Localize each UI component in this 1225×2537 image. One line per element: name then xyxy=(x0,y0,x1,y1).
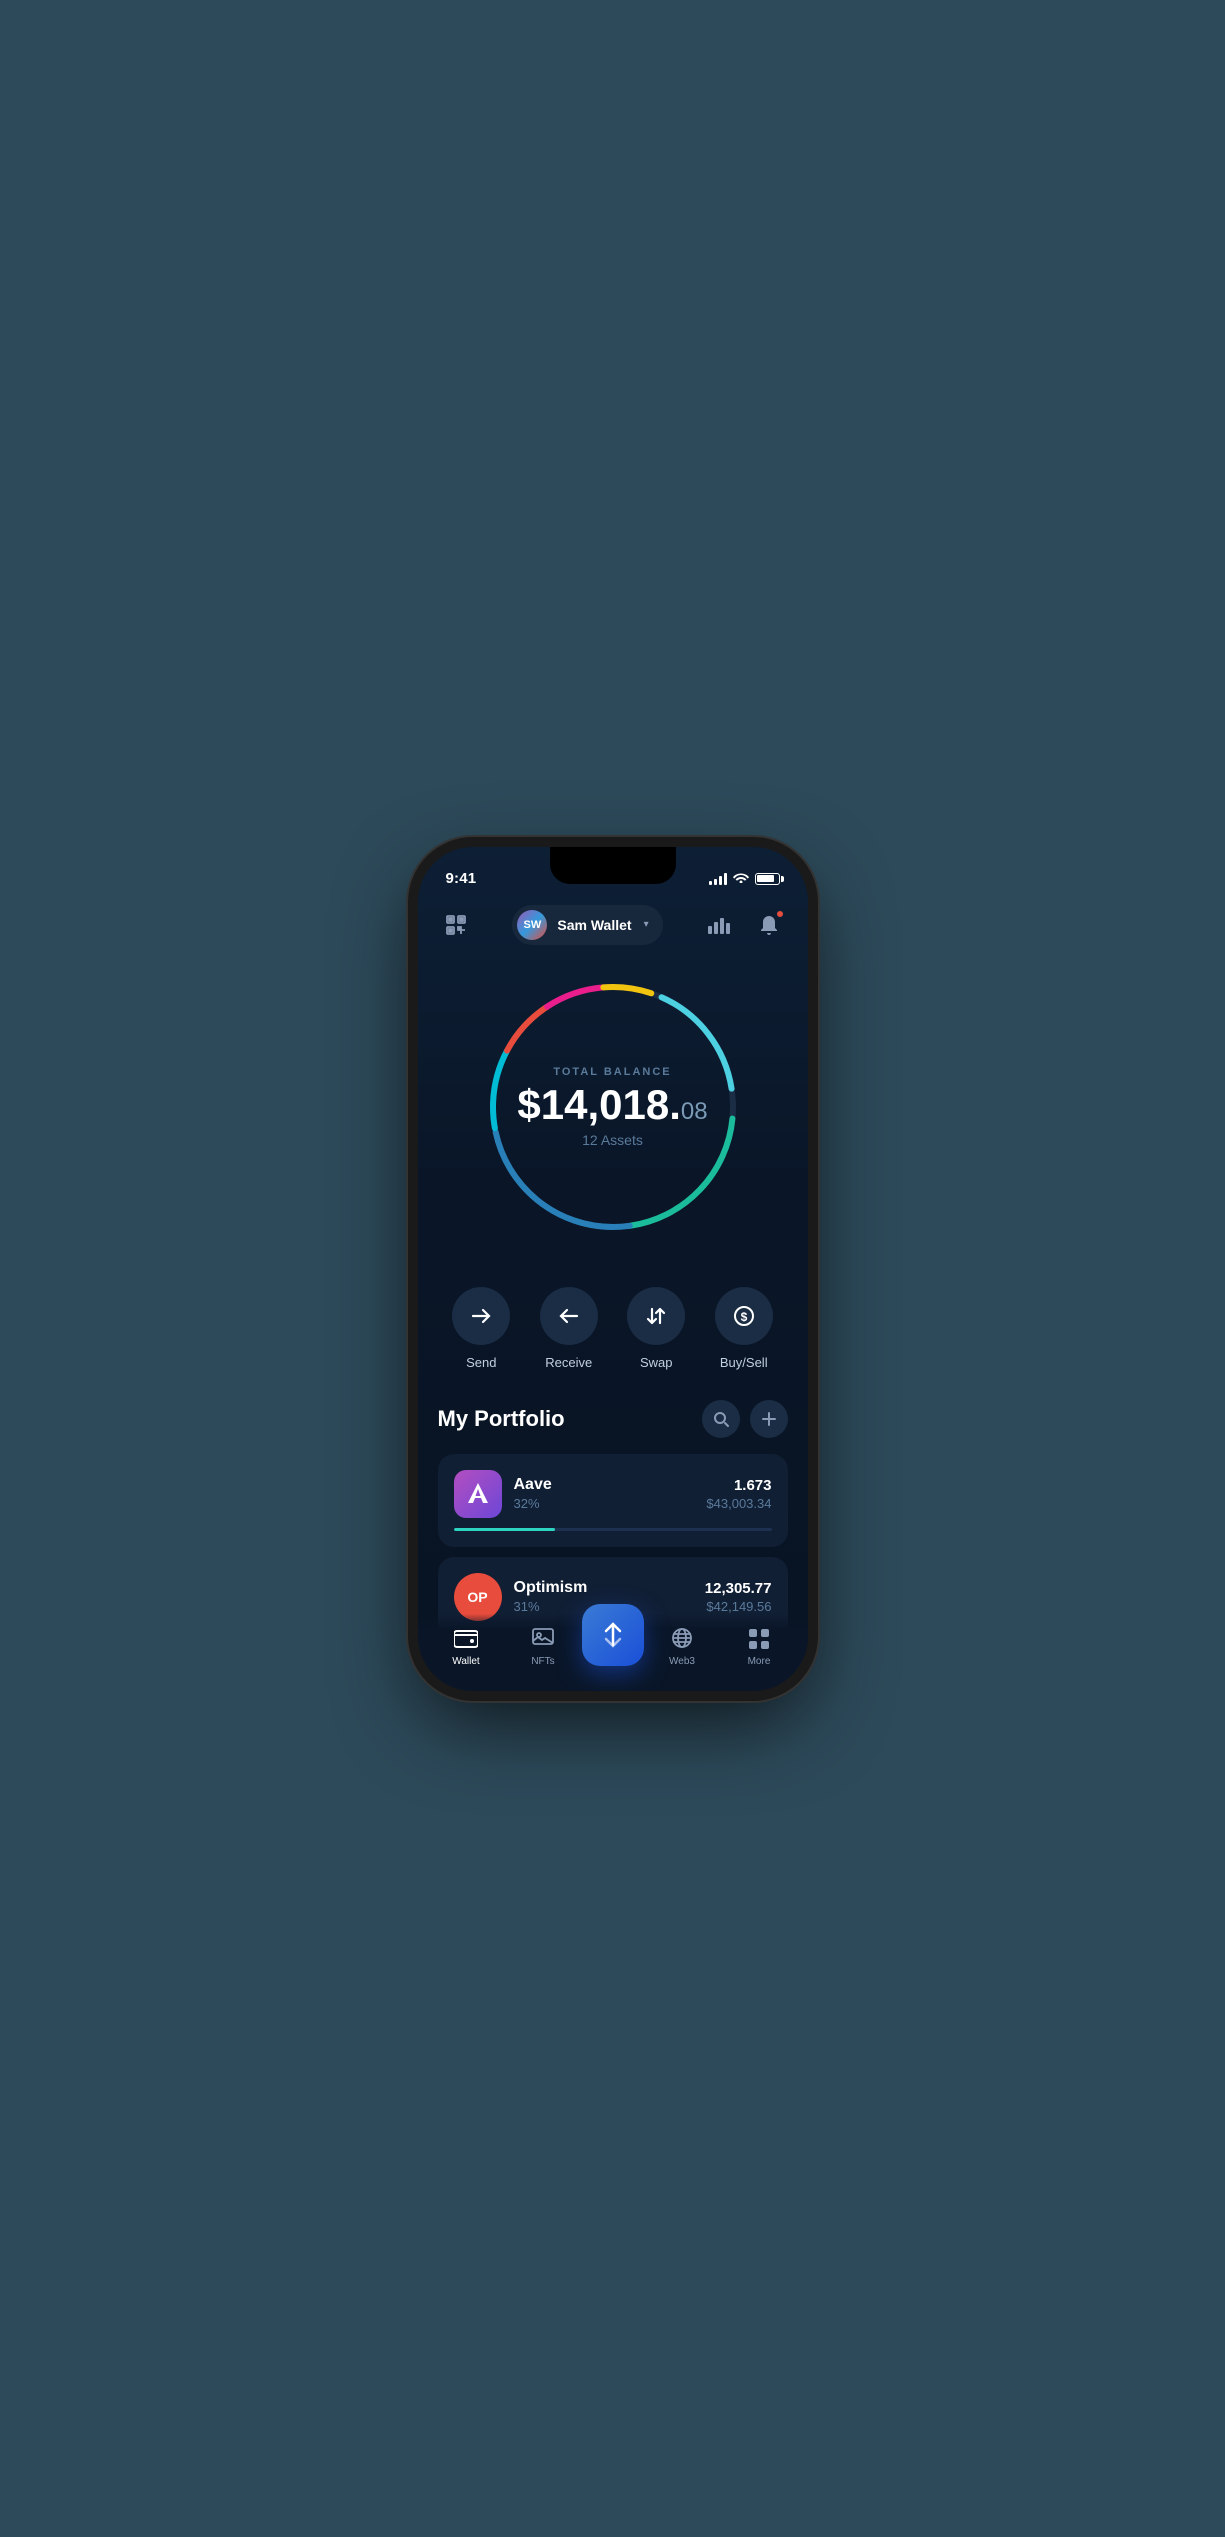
optimism-name: Optimism xyxy=(514,1579,693,1597)
status-time: 9:41 xyxy=(446,870,477,887)
swap-icon xyxy=(627,1287,685,1345)
buysell-button[interactable]: $ Buy/Sell xyxy=(715,1287,773,1370)
optimism-values: 12,305.77 $42,149.56 xyxy=(705,1580,772,1614)
top-nav: SW Sam Wallet ▾ xyxy=(418,897,808,957)
balance-label: TOTAL BALANCE xyxy=(517,1066,707,1078)
nav-right-buttons xyxy=(701,907,787,943)
portfolio-title: My Portfolio xyxy=(438,1406,565,1432)
asset-card-aave[interactable]: Aave 32% 1.673 $43,003.34 xyxy=(438,1454,788,1547)
bottom-nav-inner: Wallet NFTs xyxy=(418,1624,808,1667)
screen: 9:41 xyxy=(418,847,808,1691)
send-icon xyxy=(452,1287,510,1345)
web3-nav-label: Web3 xyxy=(669,1656,695,1667)
center-action-button[interactable] xyxy=(582,1604,644,1666)
aave-progress-fill xyxy=(454,1528,556,1531)
wallet-nav-icon xyxy=(452,1624,480,1652)
swap-label: Swap xyxy=(640,1355,673,1370)
nfts-nav-label: NFTs xyxy=(531,1656,554,1667)
wallet-selector[interactable]: SW Sam Wallet ▾ xyxy=(512,905,662,945)
wifi-icon xyxy=(733,871,749,886)
nav-wallet[interactable]: Wallet xyxy=(428,1624,505,1667)
swap-button[interactable]: Swap xyxy=(627,1287,685,1370)
portfolio-actions xyxy=(702,1400,788,1438)
optimism-usd: $42,149.56 xyxy=(705,1599,772,1614)
aave-icon xyxy=(454,1470,502,1518)
receive-label: Receive xyxy=(545,1355,592,1370)
portfolio-add-button[interactable] xyxy=(750,1400,788,1438)
notch xyxy=(550,847,676,884)
web3-nav-icon xyxy=(668,1624,696,1652)
battery-icon xyxy=(755,873,780,885)
status-icons xyxy=(709,871,780,886)
signal-icon xyxy=(709,873,727,885)
qr-icon-button[interactable] xyxy=(438,907,474,943)
aave-progress-bar xyxy=(454,1528,772,1531)
balance-info: TOTAL BALANCE $14,018.08 12 Assets xyxy=(517,1066,707,1148)
optimism-amount: 12,305.77 xyxy=(705,1580,772,1597)
nav-nfts[interactable]: NFTs xyxy=(505,1624,582,1667)
aave-info: Aave 32% xyxy=(514,1476,695,1511)
balance-section: TOTAL BALANCE $14,018.08 12 Assets xyxy=(418,957,808,1267)
balance-circle: TOTAL BALANCE $14,018.08 12 Assets xyxy=(473,967,753,1247)
aave-name: Aave xyxy=(514,1476,695,1494)
bottom-nav: Wallet NFTs xyxy=(418,1614,808,1691)
balance-assets: 12 Assets xyxy=(517,1132,707,1148)
notifications-button[interactable] xyxy=(751,907,787,943)
more-nav-icon xyxy=(745,1624,773,1652)
send-button[interactable]: Send xyxy=(452,1287,510,1370)
phone-frame: 9:41 xyxy=(418,847,808,1691)
action-buttons: Send Receive Swap xyxy=(418,1267,808,1400)
chevron-down-icon: ▾ xyxy=(644,919,649,930)
notification-badge xyxy=(775,909,785,919)
nav-web3[interactable]: Web3 xyxy=(644,1624,721,1667)
balance-amount: $14,018.08 xyxy=(517,1084,707,1126)
more-nav-label: More xyxy=(748,1656,771,1667)
svg-text:$: $ xyxy=(740,1310,747,1324)
buysell-icon: $ xyxy=(715,1287,773,1345)
wallet-avatar: SW xyxy=(517,910,547,940)
wallet-nav-label: Wallet xyxy=(452,1656,479,1667)
asset-row-aave: Aave 32% 1.673 $43,003.34 xyxy=(454,1470,772,1518)
nav-more[interactable]: More xyxy=(721,1624,798,1667)
receive-icon xyxy=(540,1287,598,1345)
aave-amount: 1.673 xyxy=(706,1477,771,1494)
portfolio-search-button[interactable] xyxy=(702,1400,740,1438)
portfolio-header: My Portfolio xyxy=(438,1400,788,1438)
aave-percentage: 32% xyxy=(514,1496,695,1511)
aave-values: 1.673 $43,003.34 xyxy=(706,1477,771,1511)
wallet-name: Sam Wallet xyxy=(557,917,631,933)
buysell-label: Buy/Sell xyxy=(720,1355,768,1370)
receive-button[interactable]: Receive xyxy=(540,1287,598,1370)
send-label: Send xyxy=(466,1355,496,1370)
stats-button[interactable] xyxy=(701,907,737,943)
nfts-nav-icon xyxy=(529,1624,557,1652)
aave-usd: $43,003.34 xyxy=(706,1496,771,1511)
